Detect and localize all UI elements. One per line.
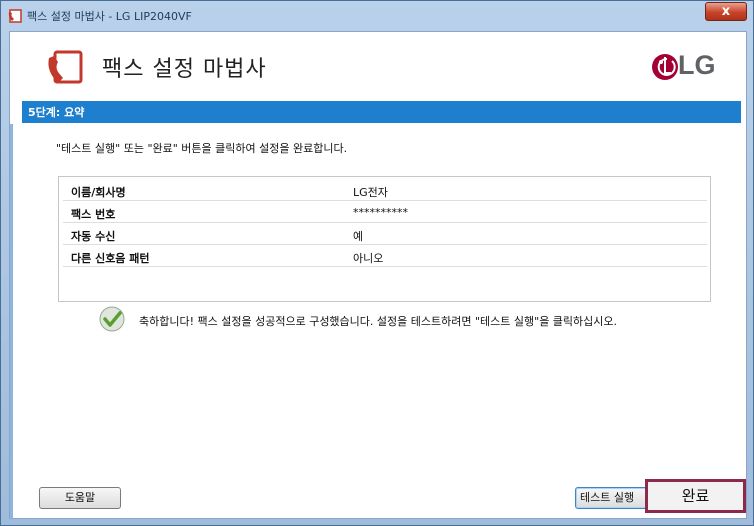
summary-label: 다른 신호음 패턴 [71,252,150,265]
window-title: 팩스 설정 마법사 - LG LIP2040VF [27,10,192,23]
fax-icon [48,50,83,84]
close-button[interactable]: x [705,2,747,21]
step-label: 5단계: 요약 [28,106,85,119]
wizard-footer: 도움말 테스트 실행 완료 [9,471,747,519]
summary-row-fax-number: 팩스 번호 ********** [63,203,707,223]
success-message: 축하합니다! 팩스 설정을 성공적으로 구성했습니다. 설정을 테스트하려면 "… [139,315,618,328]
summary-label: 자동 수신 [71,230,116,243]
summary-row-name: 이름/회사명 LG전자 [63,181,707,201]
summary-value: 예 [353,230,364,243]
summary-row-ring-pattern: 다른 신호음 패턴 아니오 [63,247,707,267]
wizard-title: 팩스 설정 마법사 [102,57,267,82]
success-check-icon [99,306,125,332]
lg-logo-text: LG [678,50,716,80]
summary-label: 팩스 번호 [71,208,116,221]
wizard-window: 팩스 설정 마법사 - LG LIP2040VF x 팩스 설정 마법사 LG … [0,0,754,526]
wizard-header: 팩스 설정 마법사 LG [10,32,746,100]
summary-label: 이름/회사명 [71,186,126,199]
instruction-text: "테스트 실행" 또는 "완료" 버튼을 클릭하여 설정을 완료합니다. [56,142,348,155]
summary-value: 아니오 [353,252,384,265]
finish-button[interactable]: 완료 [645,479,746,513]
summary-value: ********** [353,206,408,219]
step-header: 5단계: 요약 [22,101,741,123]
fax-app-icon [8,9,22,23]
help-button[interactable]: 도움말 [39,487,121,509]
summary-row-auto-receive: 자동 수신 예 [63,225,707,245]
title-bar[interactable]: 팩스 설정 마법사 - LG LIP2040VF x [1,1,753,31]
settings-summary-table: 이름/회사명 LG전자 팩스 번호 ********** 자동 수신 예 다른 … [58,176,711,302]
left-accent-bar [10,124,13,520]
summary-value: LG전자 [353,186,388,199]
wizard-content: 팩스 설정 마법사 LG 5단계: 요약 "테스트 실행" 또는 "완료" 버튼… [9,31,747,520]
